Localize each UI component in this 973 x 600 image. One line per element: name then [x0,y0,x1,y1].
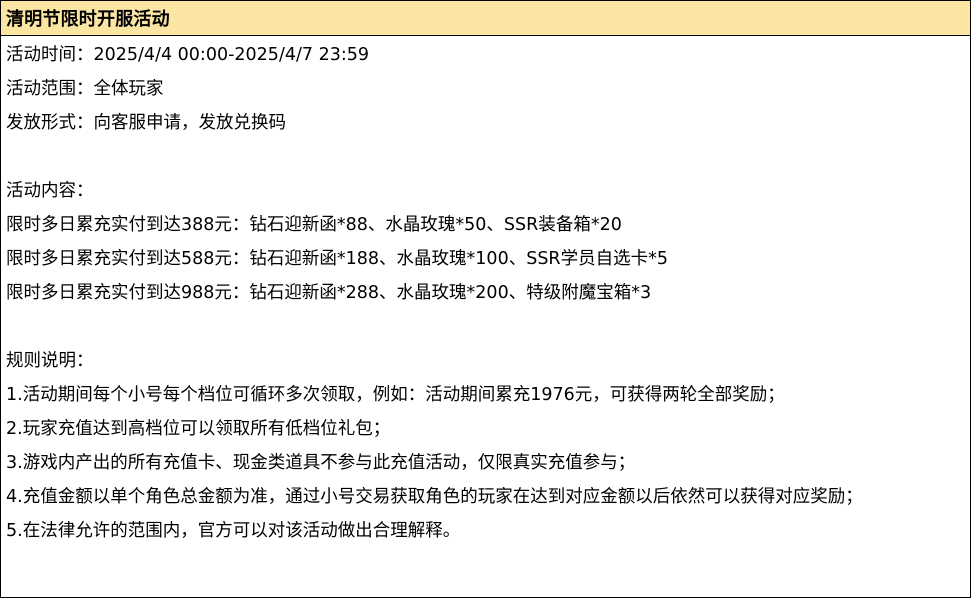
reward-tier-588: 限时多日累充实付到达588元：钻石迎新函*188、水晶玫瑰*100、SSR学员自… [6,249,668,269]
page-title: 清明节限时开服活动 [6,9,170,30]
rule-item-1: 1.活动期间每个小号每个档位可循环多次领取，例如：活动期间累充1976元，可获得… [6,385,785,405]
rule-item-4: 4.充值金额以单个角色总金额为准，通过小号交易获取角色的玩家在达到对应金额以后依… [6,487,863,507]
event-time-text: 活动时间：2025/4/4 00:00-2025/4/7 23:59 [6,45,369,65]
event-notice-sheet: 清明节限时开服活动 活动时间：2025/4/4 00:00-2025/4/7 2… [0,0,971,598]
rule-item-5: 5.在法律允许的范围内，官方可以对该活动做出合理解释。 [6,521,461,541]
title-bar: 清明节限时开服活动 [1,1,970,36]
distribution-method-text: 发放形式：向客服申请，发放兑换码 [6,113,286,133]
event-scope-text: 活动范围：全体玩家 [6,79,164,99]
reward-tier-988: 限时多日累充实付到达988元：钻石迎新函*288、水晶玫瑰*200、特级附魔宝箱… [6,283,652,303]
content-heading: 活动内容： [6,181,94,201]
rule-item-2: 2.玩家充值达到高档位可以领取所有低档位礼包； [6,419,391,439]
rule-item-3: 3.游戏内产出的所有充值卡、现金类道具不参与此充值活动，仅限真实充值参与； [6,453,636,473]
rules-heading: 规则说明： [6,351,94,371]
notice-body: 活动时间：2025/4/4 00:00-2025/4/7 23:59 活动范围：… [1,36,970,548]
reward-tier-388: 限时多日累充实付到达388元：钻石迎新函*88、水晶玫瑰*50、SSR装备箱*2… [6,215,622,235]
